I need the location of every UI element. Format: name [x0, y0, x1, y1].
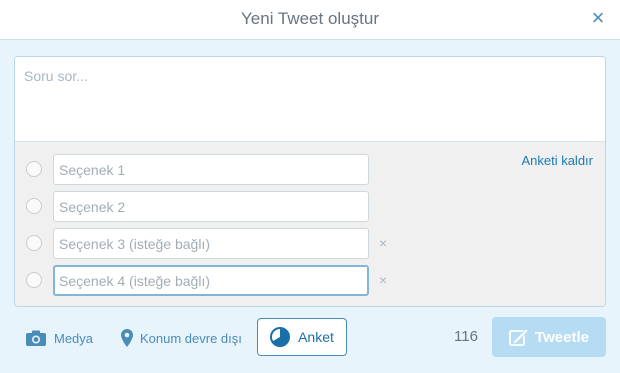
poll-section: Anketi kaldır × × — [15, 141, 605, 306]
remove-poll-link[interactable]: Anketi kaldır — [521, 153, 593, 168]
poll-option-4-radio — [26, 272, 42, 288]
poll-option-4-input[interactable] — [53, 265, 369, 296]
poll-option-1-radio — [26, 161, 42, 177]
poll-button[interactable]: Anket — [257, 318, 347, 356]
poll-option-3-remove-icon[interactable]: × — [379, 236, 391, 250]
poll-option-4-remove-icon[interactable]: × — [379, 273, 391, 287]
poll-option-3-radio — [26, 235, 42, 251]
media-label: Medya — [54, 330, 94, 346]
location-pin-icon — [121, 329, 133, 347]
poll-button-label: Anket — [298, 329, 334, 345]
poll-option-2-radio — [26, 198, 42, 214]
dialog-header: Yeni Tweet oluştur × — [0, 0, 620, 40]
composer-toolbar: Medya Konum devre dışı Anket 116 Tweetle — [0, 312, 620, 364]
media-button[interactable]: Medya — [25, 328, 93, 348]
tweet-button-label: Tweetle — [535, 328, 589, 346]
poll-option-3-input[interactable] — [53, 228, 369, 259]
character-counter: 116 — [454, 328, 478, 345]
tweet-composer: Anketi kaldır × × — [14, 56, 606, 307]
close-icon[interactable]: × — [588, 7, 608, 29]
tweet-button[interactable]: Tweetle — [492, 317, 606, 357]
question-input[interactable] — [15, 57, 605, 141]
compose-quill-icon — [509, 328, 529, 346]
location-label: Konum devre dışı — [140, 330, 242, 346]
poll-option-1-input[interactable] — [53, 154, 369, 185]
location-button[interactable]: Konum devre dışı — [121, 328, 242, 348]
poll-option-2-input[interactable] — [53, 191, 369, 222]
pie-chart-icon — [270, 327, 291, 347]
camera-icon — [26, 330, 46, 346]
dialog-title: Yeni Tweet oluştur — [241, 9, 379, 28]
